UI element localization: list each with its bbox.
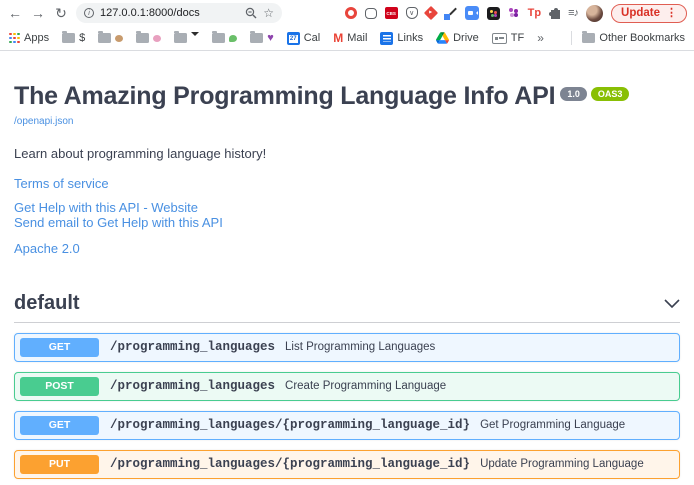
- url-text[interactable]: 127.0.0.1:8000/docs: [100, 7, 239, 19]
- browser-toolbar: ← → ↻ i 127.0.0.1:8000/docs ☆ CBS ∨ ▸ Tp…: [0, 0, 694, 26]
- update-label: Update: [621, 7, 660, 19]
- version-badge: 1.0: [560, 87, 587, 101]
- calendar-icon: 27: [287, 32, 300, 45]
- endpoint-summary: Update Programming Language: [480, 458, 644, 470]
- section-title: default: [14, 292, 80, 315]
- bookmark-drive[interactable]: Drive: [436, 32, 479, 44]
- bookmark-calendar[interactable]: 27 Cal: [287, 32, 321, 45]
- endpoint-path: /programming_languages/{programming_lang…: [110, 418, 470, 432]
- purple-cluster-extension-icon[interactable]: [508, 7, 520, 19]
- folder-icon: [250, 33, 263, 43]
- video-camera-extension-icon[interactable]: [465, 6, 479, 20]
- links-icon: [380, 32, 393, 45]
- page-title: The Amazing Programming Language Info AP…: [14, 82, 555, 111]
- forward-button[interactable]: →: [30, 5, 46, 21]
- endpoint-row-post-create[interactable]: POST /programming_languages Create Progr…: [14, 372, 680, 401]
- extensions-area: CBS ∨ ▸ Tp ≡♪ Update ⋮: [345, 4, 687, 23]
- api-title-row: The Amazing Programming Language Info AP…: [14, 82, 680, 111]
- terms-of-service-link[interactable]: Terms of service: [14, 176, 680, 191]
- endpoint-path: /programming_languages: [110, 379, 275, 393]
- endpoint-summary: Create Programming Language: [285, 380, 446, 392]
- bookmark-mail[interactable]: M Mail: [333, 31, 367, 45]
- back-button[interactable]: ←: [7, 5, 23, 21]
- api-info-links: Terms of service Get Help with this API …: [14, 176, 680, 256]
- endpoint-row-put-update[interactable]: PUT /programming_languages/{programming_…: [14, 450, 680, 479]
- pocket-extension-icon[interactable]: ∨: [406, 7, 418, 19]
- diamond-arrow-extension-icon[interactable]: ▸: [424, 6, 438, 20]
- help-website-link[interactable]: Get Help with this API - Website: [14, 200, 680, 215]
- cbs-extension-icon[interactable]: CBS: [385, 7, 398, 19]
- endpoint-list: GET /programming_languages List Programm…: [14, 333, 680, 485]
- method-badge: POST: [20, 377, 99, 396]
- folder-icon: [136, 33, 149, 43]
- bookmark-star-icon[interactable]: ☆: [263, 7, 274, 19]
- bookmark-folder-pet[interactable]: [98, 33, 123, 43]
- chevron-down-icon[interactable]: [664, 299, 680, 308]
- method-badge: PUT: [20, 455, 99, 474]
- apps-grid-icon: [9, 33, 20, 44]
- endpoint-path: /programming_languages/{programming_lang…: [110, 457, 470, 471]
- update-button[interactable]: Update ⋮: [611, 4, 687, 23]
- folder-icon: [98, 33, 111, 43]
- folder-icon: [174, 33, 187, 43]
- page-info-icon[interactable]: i: [84, 8, 94, 18]
- bookmark-folder-heart[interactable]: ♥: [250, 33, 274, 44]
- oas3-badge: OAS3: [591, 87, 630, 101]
- music-playlist-extension-icon[interactable]: ≡♪: [568, 7, 578, 19]
- graduation-cap-icon: [191, 32, 199, 40]
- swagger-page: The Amazing Programming Language Info AP…: [0, 82, 694, 485]
- red-circle-extension-icon[interactable]: [345, 7, 357, 19]
- green-creature-icon: [229, 35, 237, 42]
- method-badge: GET: [20, 416, 99, 435]
- address-bar[interactable]: i 127.0.0.1:8000/docs ☆: [76, 3, 282, 23]
- bookmarks-overflow-chevron[interactable]: »: [537, 31, 544, 45]
- bookmark-tf[interactable]: TF: [492, 32, 524, 44]
- help-email-link[interactable]: Send email to Get Help with this API: [14, 215, 680, 230]
- google-drive-icon: [436, 32, 449, 44]
- chat-bubble-extension-icon[interactable]: [365, 8, 377, 19]
- endpoint-row-get-list[interactable]: GET /programming_languages List Programm…: [14, 333, 680, 362]
- folder-icon: [582, 33, 595, 43]
- bookmark-folder-graduation[interactable]: [174, 33, 199, 43]
- bookmark-folder-brain[interactable]: [136, 33, 161, 43]
- tp-extension-icon[interactable]: Tp: [528, 7, 541, 19]
- bookmark-folder-dollar[interactable]: $: [62, 32, 85, 44]
- tf-icon: [492, 33, 507, 44]
- endpoint-row-get-one[interactable]: GET /programming_languages/{programming_…: [14, 411, 680, 440]
- pet-icon: [115, 35, 123, 42]
- reload-button[interactable]: ↻: [53, 5, 69, 22]
- openapi-spec-link[interactable]: /openapi.json: [14, 116, 74, 127]
- other-bookmarks[interactable]: Other Bookmarks: [582, 32, 685, 44]
- dark-flower-extension-icon[interactable]: [487, 7, 500, 20]
- folder-icon: [62, 33, 75, 43]
- bookmarks-separator: [571, 31, 572, 45]
- api-description: Learn about programming language history…: [14, 146, 680, 161]
- license-link[interactable]: Apache 2.0: [14, 241, 680, 256]
- color-picker-extension-icon[interactable]: [444, 7, 457, 20]
- method-badge: GET: [20, 338, 99, 357]
- profile-avatar[interactable]: [586, 5, 603, 22]
- bookmarks-bar: Apps $ ♥ 27 Cal M Mail Links: [0, 26, 694, 51]
- purple-heart-icon: ♥: [267, 33, 274, 44]
- default-section-header[interactable]: default: [14, 292, 680, 323]
- bookmark-apps[interactable]: Apps: [9, 32, 49, 44]
- puzzle-extensions-icon[interactable]: [551, 10, 560, 19]
- endpoint-summary: Get Programming Language: [480, 419, 625, 431]
- brain-icon: [153, 35, 161, 42]
- bookmark-folder-green[interactable]: [212, 33, 237, 43]
- bookmark-links[interactable]: Links: [380, 32, 423, 45]
- endpoint-summary: List Programming Languages: [285, 341, 435, 353]
- folder-icon: [212, 33, 225, 43]
- zoom-out-icon[interactable]: [245, 7, 257, 19]
- endpoint-path: /programming_languages: [110, 340, 275, 354]
- kebab-menu-icon[interactable]: ⋮: [666, 8, 677, 19]
- gmail-icon: M: [333, 31, 343, 45]
